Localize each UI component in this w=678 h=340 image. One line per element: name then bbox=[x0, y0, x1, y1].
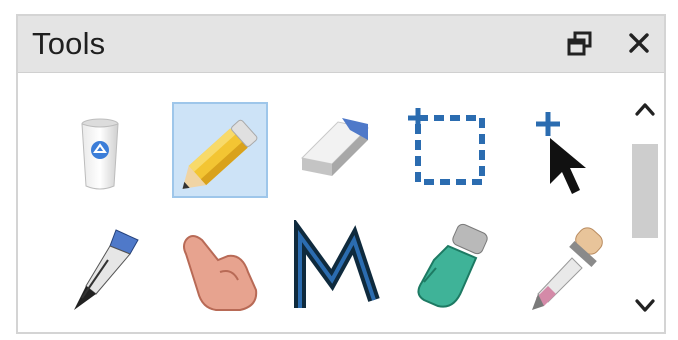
recycle-bin-icon bbox=[81, 118, 119, 190]
pointer-add-tool[interactable] bbox=[520, 102, 616, 198]
recycle-bin-tool[interactable] bbox=[56, 102, 152, 198]
glove-tool[interactable] bbox=[404, 220, 500, 316]
pen-nib-icon bbox=[74, 229, 139, 310]
glove-icon bbox=[417, 223, 488, 308]
panel-titlebar[interactable]: Tools bbox=[18, 16, 664, 73]
tools-panel: Tools bbox=[16, 14, 666, 334]
eyedropper-tool[interactable] bbox=[520, 220, 616, 316]
tool-grid bbox=[56, 102, 612, 316]
panel-title: Tools bbox=[32, 26, 106, 61]
hand-tool[interactable] bbox=[172, 220, 268, 316]
vertical-scrollbar[interactable] bbox=[628, 92, 662, 326]
restore-window-icon[interactable] bbox=[566, 30, 594, 58]
pen-tool[interactable] bbox=[56, 220, 152, 316]
eraser-icon bbox=[300, 118, 370, 176]
eraser-tool[interactable] bbox=[288, 102, 384, 198]
close-icon[interactable] bbox=[622, 26, 656, 60]
pencil-icon bbox=[182, 119, 258, 189]
magnet-tool[interactable] bbox=[288, 220, 384, 316]
chevron-down-icon[interactable] bbox=[628, 288, 662, 324]
chevron-up-icon[interactable] bbox=[628, 92, 662, 128]
rectangle-select-icon bbox=[408, 108, 485, 185]
pencil-tool[interactable] bbox=[172, 102, 268, 198]
scrollbar-thumb[interactable] bbox=[632, 144, 658, 238]
hand-icon bbox=[183, 235, 258, 311]
rectangle-select-tool[interactable] bbox=[404, 102, 500, 198]
pointer-add-icon bbox=[536, 112, 586, 194]
magnet-m-icon bbox=[294, 220, 380, 308]
eyedropper-icon bbox=[532, 227, 603, 310]
